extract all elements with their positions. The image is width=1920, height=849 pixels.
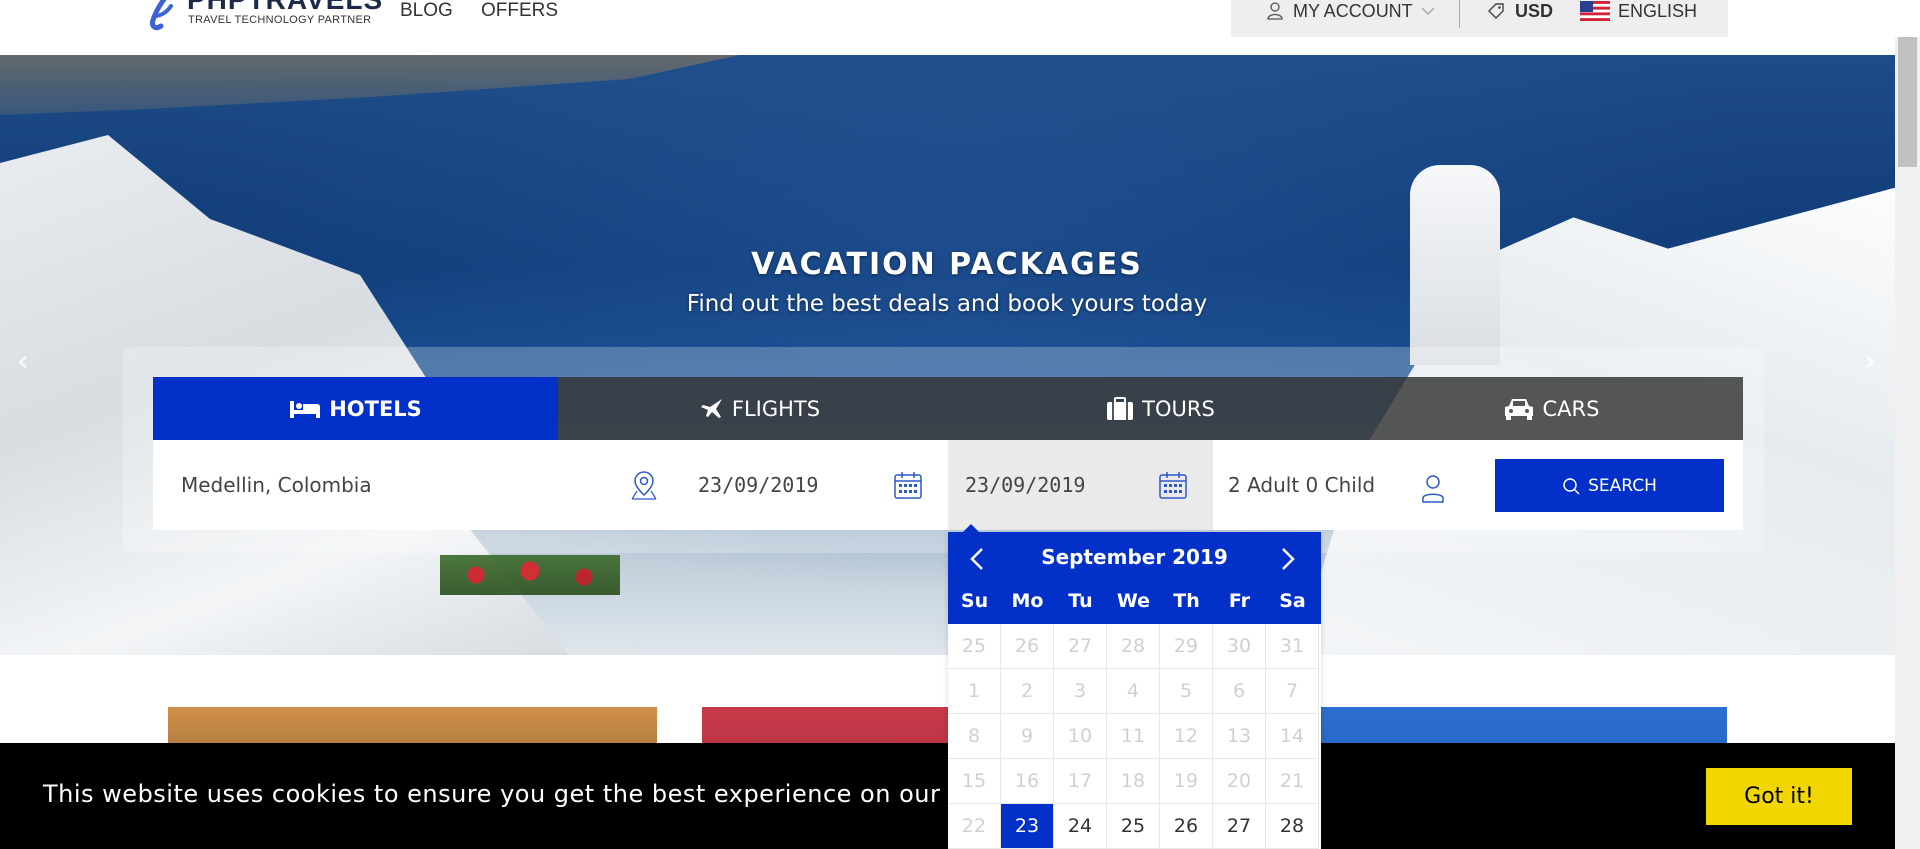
tab-cars[interactable]: CARS xyxy=(1359,377,1743,440)
calendar-icon[interactable] xyxy=(1158,470,1188,500)
weekday-label: Su xyxy=(960,590,989,612)
datepicker-day: 13 xyxy=(1213,714,1266,759)
datepicker-day: 15 xyxy=(948,759,1001,804)
datepicker-caret xyxy=(962,524,980,533)
datepicker-day: 2 xyxy=(1001,669,1054,714)
datepicker-day: 10 xyxy=(1054,714,1107,759)
destination-value: Medellin, Colombia xyxy=(181,473,372,497)
datepicker-day: 1 xyxy=(948,669,1001,714)
checkout-input[interactable] xyxy=(965,473,1145,497)
tab-flights-label: FLIGHTS xyxy=(731,396,821,421)
tab-tours[interactable]: TOURS xyxy=(962,377,1359,440)
datepicker-day: 20 xyxy=(1213,759,1266,804)
search-button[interactable]: SEARCH xyxy=(1495,459,1724,512)
datepicker-day: 25 xyxy=(948,624,1001,669)
datepicker: September 2019 Su Mo Tu We Th Fr Sa 25 26… xyxy=(948,532,1321,849)
brand-tagline: TRAVEL TECHNOLOGY PARTNER xyxy=(188,14,372,26)
datepicker-day: 3 xyxy=(1054,669,1107,714)
weekday-label: Mo xyxy=(1011,590,1044,612)
datepicker-day: 22 xyxy=(948,804,1001,849)
logo-mark-icon xyxy=(150,0,173,31)
datepicker-day: 29 xyxy=(1160,624,1213,669)
datepicker-day: 4 xyxy=(1107,669,1160,714)
nav-offers-link[interactable]: OFFERS xyxy=(481,0,558,22)
account-toolbar: MY ACCOUNT USD ENGLISH xyxy=(1231,0,1728,37)
calendar-icon[interactable] xyxy=(893,470,923,500)
datepicker-day: 17 xyxy=(1054,759,1107,804)
currency-label: USD xyxy=(1515,0,1554,21)
checkin-input[interactable] xyxy=(698,473,878,497)
datepicker-day: 9 xyxy=(1001,714,1054,759)
weekday-label: Th xyxy=(1173,590,1200,612)
user-icon xyxy=(1267,2,1283,20)
cookie-accept-button[interactable]: Got it! xyxy=(1706,768,1852,825)
scrollbar-thumb[interactable] xyxy=(1898,37,1917,167)
datepicker-day: 12 xyxy=(1160,714,1213,759)
tab-hotels-label: HOTELS xyxy=(329,396,422,421)
datepicker-day[interactable]: 27 xyxy=(1213,804,1266,849)
weekday-label: Fr xyxy=(1228,590,1251,612)
datepicker-day: 18 xyxy=(1107,759,1160,804)
toolbar-divider xyxy=(1459,0,1460,28)
site-header: PHPTRAVELS TRAVEL TECHNOLOGY PARTNER BLO… xyxy=(0,0,1920,55)
slider-next-icon[interactable]: › xyxy=(1855,347,1885,377)
datepicker-day: 31 xyxy=(1266,624,1319,669)
cookie-message: This website uses cookies to ensure you … xyxy=(43,780,1020,808)
datepicker-day: 8 xyxy=(948,714,1001,759)
currency-selector[interactable]: USD xyxy=(1487,0,1553,22)
search-icon xyxy=(1563,477,1580,495)
hero-title: VACATION PACKAGES xyxy=(751,247,1143,282)
datepicker-day[interactable]: 26 xyxy=(1160,804,1213,849)
my-account-dropdown[interactable]: MY ACCOUNT xyxy=(1267,0,1435,22)
slider-prev-icon[interactable]: ‹ xyxy=(8,347,38,377)
language-label: ENGLISH xyxy=(1618,0,1698,21)
weekday-label: We xyxy=(1116,590,1151,612)
datepicker-day: 16 xyxy=(1001,759,1054,804)
car-icon xyxy=(1504,398,1533,420)
chevron-down-icon xyxy=(1421,7,1435,16)
datepicker-day[interactable]: 24 xyxy=(1054,804,1107,849)
weekday-label: Tu xyxy=(1068,590,1093,612)
bed-icon xyxy=(290,400,321,418)
datepicker-day: 21 xyxy=(1266,759,1319,804)
my-account-label: MY ACCOUNT xyxy=(1293,0,1413,21)
datepicker-day: 11 xyxy=(1107,714,1160,759)
tab-hotels[interactable]: HOTELS xyxy=(153,377,558,440)
datepicker-day: 28 xyxy=(1107,624,1160,669)
datepicker-day: 14 xyxy=(1266,714,1319,759)
datepicker-day: 19 xyxy=(1160,759,1213,804)
datepicker-month-label[interactable]: September 2019 xyxy=(948,545,1321,569)
destination-field[interactable]: Medellin, Colombia xyxy=(153,440,673,530)
tab-cars-label: CARS xyxy=(1542,396,1600,421)
guests-value: 2 Adult 0 Child xyxy=(1228,473,1376,497)
datepicker-day: 30 xyxy=(1213,624,1266,669)
datepicker-day: 7 xyxy=(1266,669,1319,714)
language-selector[interactable]: ENGLISH xyxy=(1580,0,1697,22)
datepicker-day[interactable]: 23 xyxy=(1001,804,1054,849)
tab-tours-label: TOURS xyxy=(1142,396,1215,421)
search-button-label: SEARCH xyxy=(1588,475,1657,496)
datepicker-header: September 2019 Su Mo Tu We Th Fr Sa xyxy=(948,532,1321,624)
datepicker-day: 26 xyxy=(1001,624,1054,669)
datepicker-day: 5 xyxy=(1160,669,1213,714)
page-scrollbar[interactable] xyxy=(1895,37,1920,849)
chevron-right-icon[interactable] xyxy=(1272,544,1302,574)
hero-flowers xyxy=(440,555,620,595)
hero-subtitle: Find out the best deals and book yours t… xyxy=(686,291,1208,317)
plane-icon xyxy=(700,398,722,418)
tab-flights[interactable]: FLIGHTS xyxy=(558,377,962,440)
weekday-label: Sa xyxy=(1279,590,1306,612)
tag-icon xyxy=(1488,3,1504,19)
datepicker-day[interactable]: 25 xyxy=(1107,804,1160,849)
us-flag-icon xyxy=(1580,1,1610,21)
suitcase-icon xyxy=(1107,396,1134,420)
nav-blog-link[interactable]: BLOG xyxy=(400,0,453,22)
map-pin-icon xyxy=(631,471,657,500)
checkin-field[interactable] xyxy=(698,440,968,530)
datepicker-day: 27 xyxy=(1054,624,1107,669)
datepicker-day: 6 xyxy=(1213,669,1266,714)
user-icon xyxy=(1422,475,1444,503)
datepicker-day[interactable]: 28 xyxy=(1266,804,1319,849)
